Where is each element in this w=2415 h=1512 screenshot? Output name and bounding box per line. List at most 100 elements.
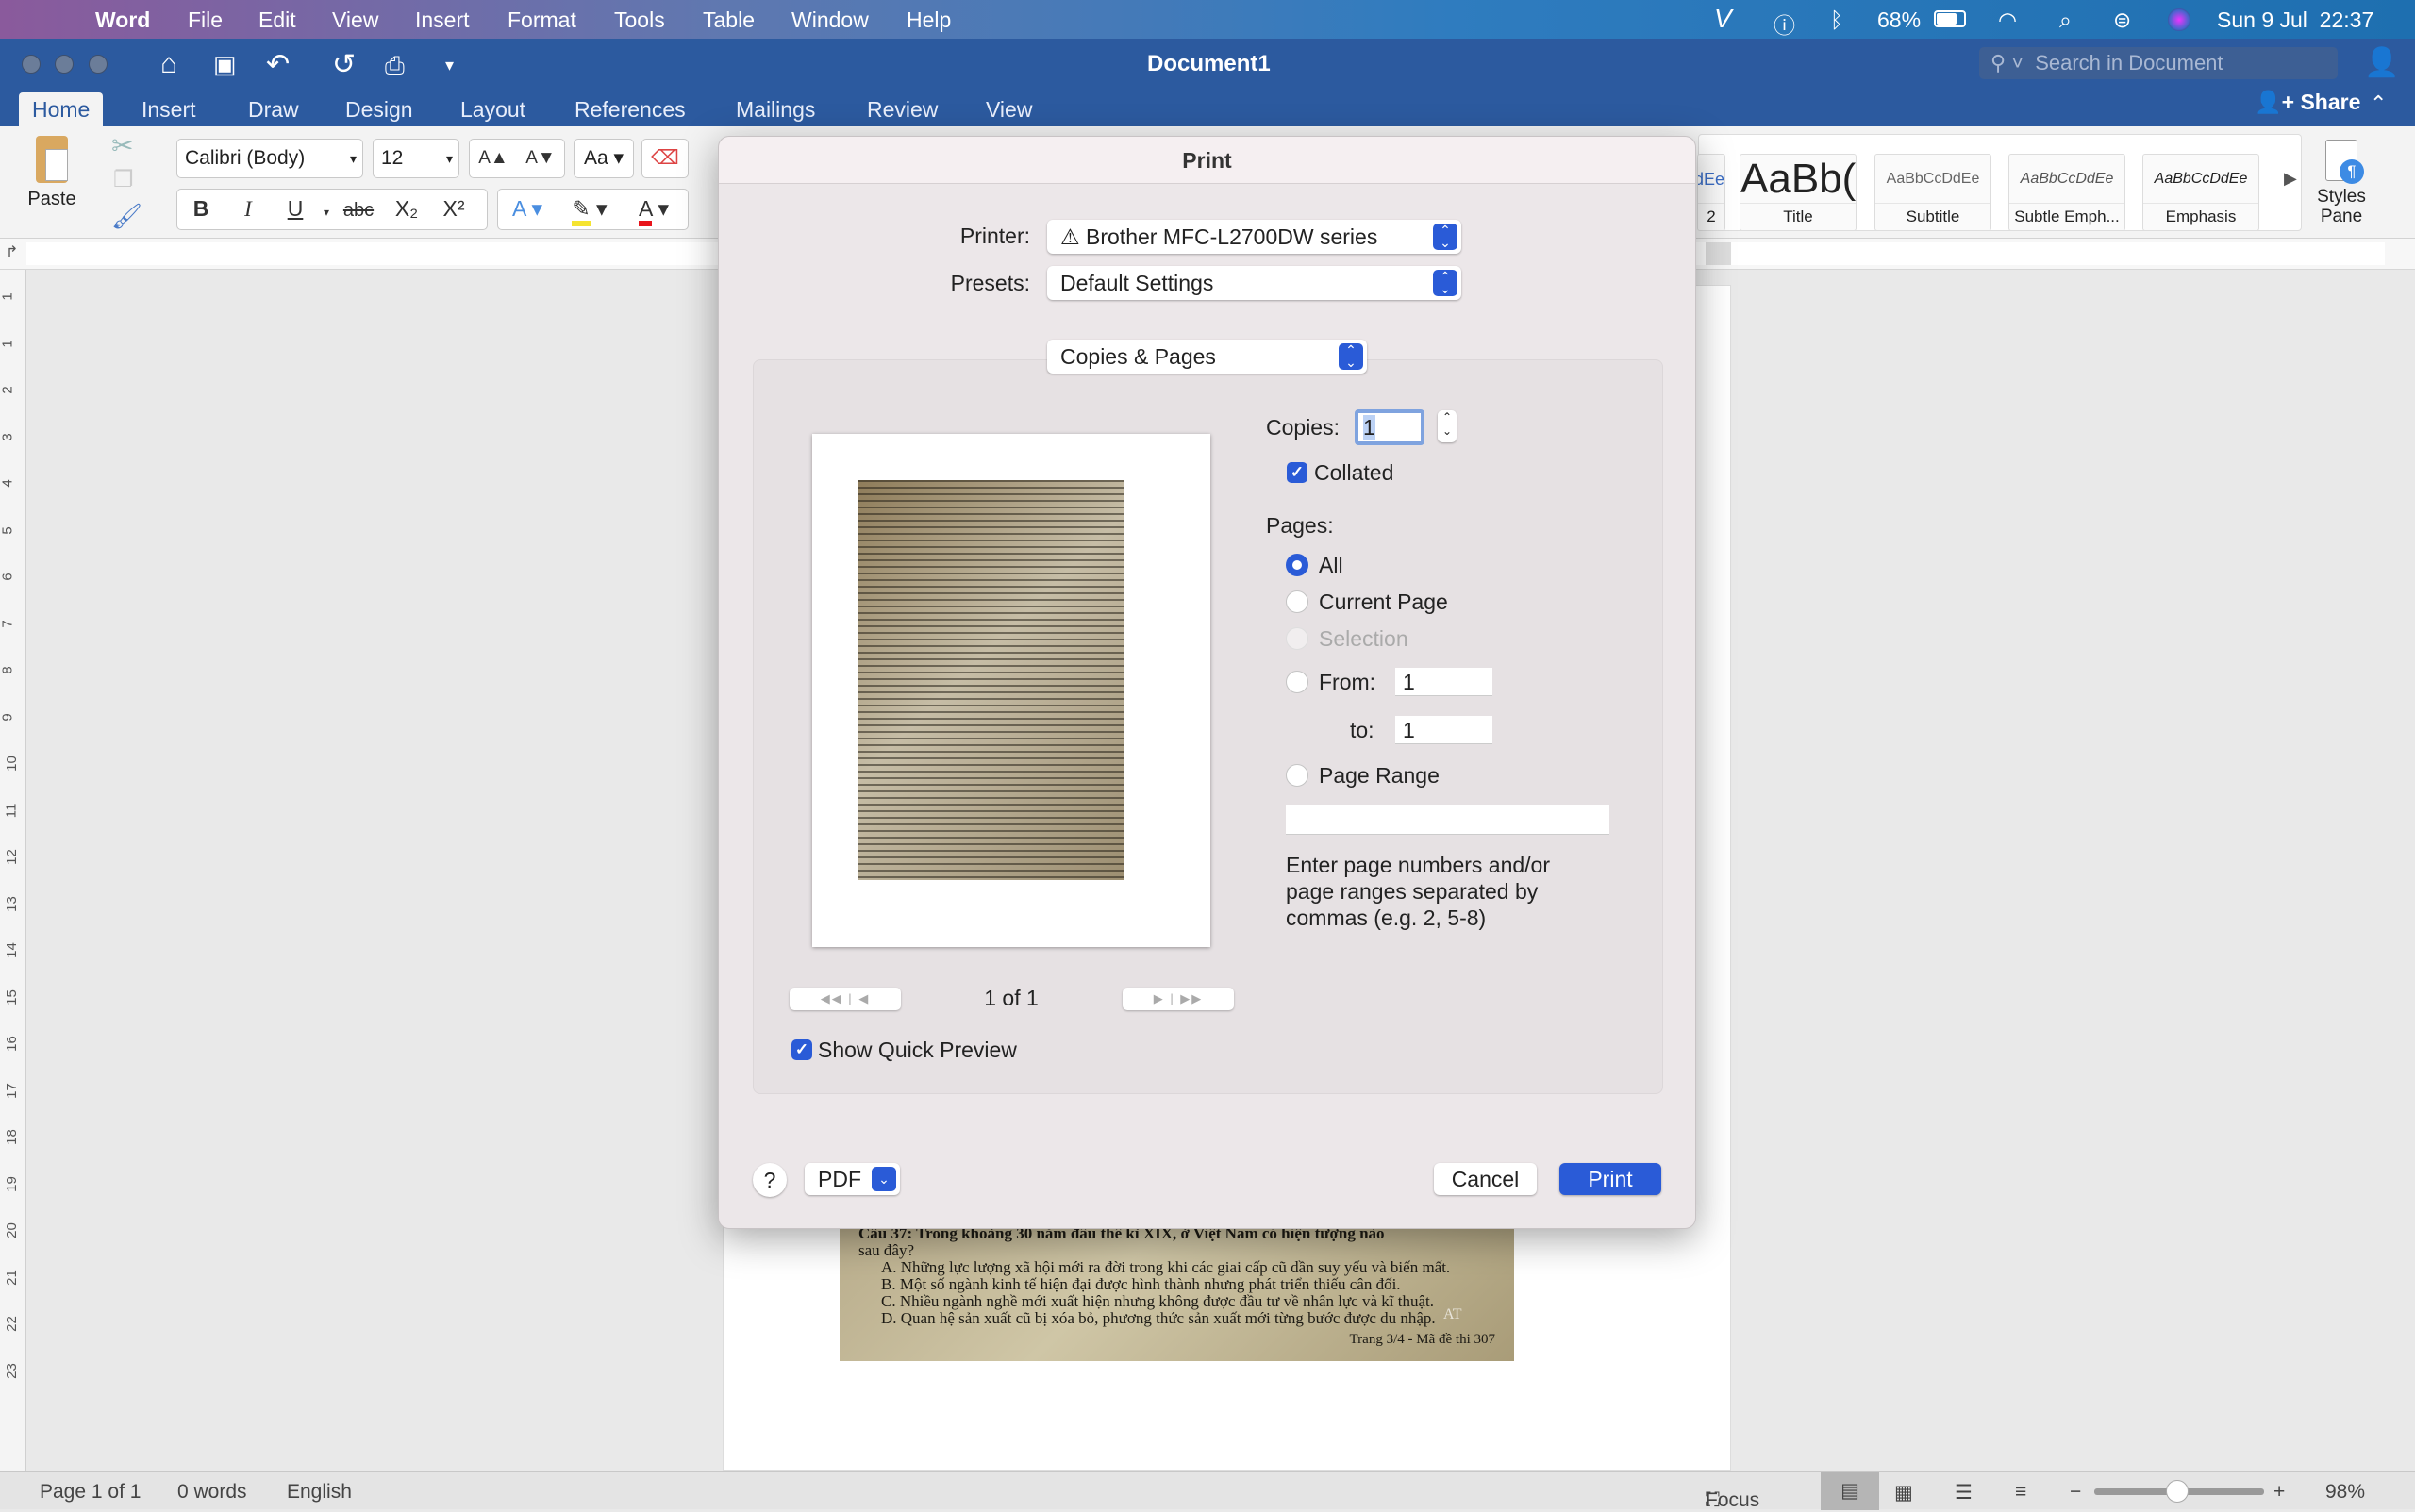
style-subtitle[interactable]: AaBbCcDdEe Subtitle <box>1874 154 1991 231</box>
control-center-icon[interactable]: ⊜ <box>2113 8 2131 33</box>
web-layout-view-icon[interactable]: ▦ <box>1894 1481 1913 1504</box>
pdf-menu-button[interactable]: PDF ⌄ <box>805 1163 900 1195</box>
tab-review[interactable]: Review <box>854 92 951 126</box>
save-icon[interactable]: ▣ <box>213 50 237 79</box>
minimize-window-button[interactable] <box>55 55 74 74</box>
grow-font-button[interactable]: A▲ <box>470 140 517 177</box>
clock[interactable]: Sun 9 Jul 22:37 <box>2217 8 2373 33</box>
print-icon[interactable]: ⎙ <box>385 51 405 81</box>
tab-home[interactable]: Home <box>19 92 104 126</box>
pages-current-radio[interactable] <box>1286 590 1308 613</box>
menu-view[interactable]: View <box>332 8 378 33</box>
copies-input[interactable]: 1 <box>1355 409 1424 445</box>
tab-mailings[interactable]: Mailings <box>723 92 828 126</box>
redo-icon[interactable]: ↺ <box>332 48 356 81</box>
home-icon[interactable]: ⌂ <box>160 48 177 80</box>
menu-insert[interactable]: Insert <box>415 8 470 33</box>
section-select[interactable]: Copies & Pages ⌃ ⌄ <box>1047 340 1367 374</box>
menu-app-word[interactable]: Word <box>95 8 150 33</box>
menu-window[interactable]: Window <box>791 8 869 33</box>
underline-dropdown[interactable]: ▾ <box>319 193 334 231</box>
preview-first-prev-buttons[interactable]: ◀◀ | ◀ <box>790 988 901 1010</box>
from-input[interactable]: 1 <box>1395 668 1492 696</box>
menu-format[interactable]: Format <box>508 8 576 33</box>
text-effects-button[interactable]: A ▾ <box>498 190 557 227</box>
strikethrough-button[interactable]: abc <box>334 191 383 229</box>
cut-icon[interactable]: ✂ <box>111 130 133 161</box>
superscript-button[interactable]: X² <box>430 190 477 227</box>
zoom-window-button[interactable] <box>89 55 108 74</box>
menu-edit[interactable]: Edit <box>258 8 296 33</box>
styles-next-icon[interactable]: ▶ <box>2284 169 2297 189</box>
tab-view[interactable]: View <box>973 92 1045 126</box>
change-case-button[interactable]: Aa ▾ <box>574 139 634 178</box>
pages-all-label[interactable]: All <box>1319 553 1343 578</box>
style-emphasis[interactable]: AaBbCcDdEe Emphasis <box>2142 154 2259 231</box>
menu-tools[interactable]: Tools <box>614 8 665 33</box>
battery-icon[interactable] <box>1934 10 1966 27</box>
copies-stepper[interactable]: ⌃ ⌄ <box>1438 410 1457 442</box>
collapse-ribbon-icon[interactable]: ⌃ <box>2370 91 2387 116</box>
style-heading2[interactable]: AaBbCcDdEe 2 <box>1697 154 1725 231</box>
page-count[interactable]: Page 1 of 1 <box>40 1481 141 1504</box>
customize-toolbar-icon[interactable]: ▾ <box>445 56 454 75</box>
preview-next-last-buttons[interactable]: ▶ | ▶▶ <box>1123 988 1234 1010</box>
zoom-out-icon[interactable]: − <box>2070 1481 2081 1504</box>
print-button[interactable]: Print <box>1559 1163 1661 1195</box>
pages-from-radio[interactable] <box>1286 671 1308 693</box>
presets-select[interactable]: Default Settings ⌃ ⌄ <box>1047 266 1461 300</box>
zoom-percent[interactable]: 98% <box>2325 1481 2365 1504</box>
tab-design[interactable]: Design <box>332 92 426 126</box>
subscript-button[interactable]: X₂ <box>383 190 430 227</box>
zoom-slider-handle[interactable] <box>2166 1480 2190 1503</box>
format-painter-icon[interactable]: 🖌 <box>111 202 142 231</box>
search-in-document[interactable]: ⚲ ˅ Search in Document <box>1979 47 2338 79</box>
share-button[interactable]: 👤+ Share <box>2255 90 2360 115</box>
menu-help[interactable]: Help <box>907 8 951 33</box>
style-title[interactable]: AaBb(Title <box>1740 154 1857 231</box>
paste-button[interactable]: Paste <box>19 136 85 210</box>
italic-button[interactable]: I <box>225 191 272 228</box>
accessibility-icon[interactable]: ⓘ <box>1774 8 1795 40</box>
document-image[interactable]: Câu 37: Trong khoảng 30 năm đầu thế kỉ X… <box>840 1229 1514 1361</box>
cancel-button[interactable]: Cancel <box>1434 1163 1537 1195</box>
tab-layout[interactable]: Layout <box>447 92 539 126</box>
spotlight-icon[interactable]: ⌕ <box>2059 8 2072 33</box>
style-subtle-emphasis[interactable]: AaBbCcDdEe Subtle Emph... <box>2008 154 2125 231</box>
tab-insert[interactable]: Insert <box>128 92 209 126</box>
collated-label[interactable]: Collated <box>1314 460 1393 486</box>
tab-stop-icon[interactable]: ↱ <box>6 242 18 261</box>
font-name-select[interactable]: Calibri (Body) ▾ <box>176 139 363 178</box>
font-size-select[interactable]: 12 ▾ <box>373 139 459 178</box>
underline-button[interactable]: U <box>272 190 319 227</box>
to-input[interactable]: 1 <box>1395 716 1492 744</box>
zoom-in-icon[interactable]: + <box>2273 1481 2285 1504</box>
show-quick-preview-checkbox[interactable]: ✓ <box>791 1039 812 1060</box>
language[interactable]: English <box>287 1481 352 1504</box>
printer-select[interactable]: ⚠ Brother MFC-L2700DW series ⌃ ⌄ <box>1047 220 1461 254</box>
word-count[interactable]: 0 words <box>177 1481 247 1504</box>
vertical-ruler[interactable]: 1 1 2 3 4 5 6 7 8 9 10 11 12 13 14 15 16 17 18 19 20 21 22 23 <box>0 270 26 1471</box>
collated-checkbox[interactable]: ✓ <box>1287 462 1307 483</box>
help-button[interactable]: ? <box>753 1163 787 1197</box>
pages-all-radio[interactable] <box>1286 554 1308 576</box>
outline-view-icon[interactable]: ☰ <box>1955 1481 1973 1504</box>
draft-view-icon[interactable]: ≡ <box>2015 1481 2026 1504</box>
styles-pane-button[interactable]: ¶ Styles Pane <box>2311 140 2372 226</box>
tab-draw[interactable]: Draw <box>235 92 312 126</box>
page-range-radio[interactable] <box>1286 764 1308 787</box>
wifi-icon[interactable]: ◠ <box>1998 8 2017 33</box>
page-range-label[interactable]: Page Range <box>1319 763 1440 789</box>
pages-current-label[interactable]: Current Page <box>1319 590 1448 615</box>
copy-icon[interactable]: ❐ <box>113 166 134 193</box>
undo-icon[interactable]: ↶ <box>266 48 290 81</box>
menu-file[interactable]: File <box>188 8 223 33</box>
menu-table[interactable]: Table <box>703 8 755 33</box>
clear-formatting-button[interactable]: ⌫ <box>641 139 689 178</box>
page-range-input[interactable] <box>1286 805 1609 835</box>
bold-button[interactable]: B <box>177 190 225 227</box>
comments-icon[interactable]: 👤 <box>2364 46 2399 79</box>
highlight-button[interactable]: ✎ ▾ <box>557 190 623 227</box>
show-quick-preview-label[interactable]: Show Quick Preview <box>818 1038 1017 1063</box>
shrink-font-button[interactable]: A▼ <box>517 140 564 177</box>
